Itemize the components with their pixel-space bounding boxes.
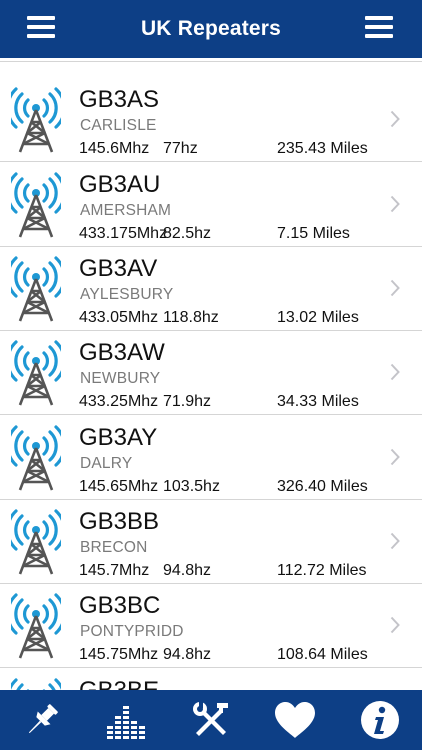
- info-icon: [360, 701, 399, 739]
- repeater-row[interactable]: GB3BC PONTYPRIDD 145.75Mhz 94.8hz 108.64…: [0, 584, 422, 668]
- repeater-tower-icon: [6, 172, 66, 238]
- chevron-right-icon: [390, 110, 400, 128]
- repeater-tower-icon: [6, 256, 66, 322]
- repeater-town: BRECON: [80, 539, 148, 556]
- repeater-ctcss-tone: 82.5hz: [163, 225, 212, 242]
- repeater-frequency: 145.7Mhz: [79, 562, 150, 579]
- repeater-town: NEWBURY: [80, 370, 161, 387]
- repeater-frequency: 145.6Mhz: [79, 140, 150, 157]
- repeater-distance: 112.72 Miles: [277, 562, 367, 579]
- repeater-frequency: 433.05Mhz: [79, 309, 159, 326]
- repeater-callsign: GB3AV: [79, 255, 158, 282]
- repeater-callsign: GB3AY: [79, 424, 158, 451]
- pin-icon: [29, 704, 59, 734]
- repeater-callsign: GB3BB: [79, 508, 160, 535]
- repeater-tower-icon: [6, 425, 66, 491]
- repeater-row[interactable]: GB3AV AYLESBURY 433.05Mhz 118.8hz 13.02 …: [0, 247, 422, 331]
- repeater-row[interactable]: GB3AY DALRY 145.65Mhz 103.5hz 326.40 Mil…: [0, 416, 422, 500]
- repeater-distance: 108.64 Miles: [277, 646, 368, 663]
- hamburger-icon: [27, 16, 55, 38]
- repeater-town: AYLESBURY: [80, 286, 174, 303]
- repeater-row[interactable]: GB3BB BRECON 145.7Mhz 94.8hz 112.72 Mile…: [0, 500, 422, 584]
- repeater-distance: 34.33 Miles: [277, 393, 359, 410]
- tab-favourites[interactable]: [265, 695, 325, 745]
- repeater-callsign: GB3AW: [79, 339, 165, 366]
- repeater-distance: 13.02 Miles: [277, 309, 359, 326]
- repeater-distance: 326.40 Miles: [277, 478, 368, 495]
- menu-button-left[interactable]: [27, 14, 55, 40]
- tools-icon: [192, 702, 228, 736]
- repeater-row[interactable]: GB3BE: [0, 669, 422, 690]
- tab-nearby[interactable]: [12, 695, 72, 745]
- repeater-callsign: GB3AS: [79, 86, 160, 113]
- chevron-right-icon: [390, 363, 400, 381]
- chevron-right-icon: [390, 195, 400, 213]
- repeater-ctcss-tone: 94.8hz: [163, 562, 212, 579]
- repeater-ctcss-tone: 77hz: [163, 140, 198, 157]
- repeater-callsign: GB3BE: [79, 677, 159, 690]
- repeater-row[interactable]: GB3AW NEWBURY 433.25Mhz 71.9hz 34.33 Mil…: [0, 331, 422, 415]
- repeater-callsign: GB3BC: [79, 592, 161, 619]
- repeater-frequency: 145.75Mhz: [79, 646, 159, 663]
- chevron-right-icon: [390, 616, 400, 634]
- repeater-distance: 7.15 Miles: [277, 225, 350, 242]
- tab-bar: [0, 690, 422, 750]
- heart-icon: [275, 702, 316, 738]
- equalizer-icon: [106, 706, 145, 739]
- repeater-row[interactable]: GB3AS CARLISLE 145.6Mhz 77hz 235.43 Mile…: [0, 78, 422, 162]
- repeater-ctcss-tone: 71.9hz: [163, 393, 212, 410]
- repeater-ctcss-tone: 118.8hz: [163, 309, 219, 326]
- chevron-right-icon: [390, 532, 400, 550]
- repeater-tower-icon: [6, 340, 66, 406]
- repeater-callsign: GB3AU: [79, 171, 161, 198]
- repeater-row[interactable]: GB3AU AMERSHAM 433.175Mhz 82.5hz 7.15 Mi…: [0, 163, 422, 247]
- tab-info[interactable]: [350, 695, 410, 745]
- repeater-list[interactable]: 145.7Mhz 110.9hz 177.31 Miles GB3AS CARL…: [0, 0, 422, 690]
- page-title: UK Repeaters: [140, 17, 282, 40]
- repeater-town: PONTYPRIDD: [80, 623, 184, 640]
- repeater-tower-icon: [6, 593, 66, 659]
- chevron-right-icon: [390, 279, 400, 297]
- tab-bands[interactable]: [97, 695, 157, 745]
- repeater-town: DALRY: [80, 455, 133, 472]
- repeater-distance: 235.43 Miles: [277, 140, 368, 157]
- repeater-tower-icon: [7, 678, 65, 690]
- repeater-frequency: 433.175Mhz: [79, 225, 168, 242]
- repeater-ctcss-tone: 103.5hz: [163, 478, 220, 495]
- repeater-frequency: 145.65Mhz: [79, 478, 159, 495]
- repeater-frequency: 433.25Mhz: [79, 393, 159, 410]
- hamburger-icon: [365, 16, 393, 38]
- repeater-town: AMERSHAM: [80, 202, 172, 219]
- chevron-right-icon: [390, 448, 400, 466]
- tab-tools[interactable]: [181, 695, 241, 745]
- repeater-tower-icon: [6, 509, 66, 575]
- menu-button-right[interactable]: [365, 14, 393, 40]
- nav-bar: UK Repeaters: [0, 0, 422, 58]
- repeater-town: CARLISLE: [80, 117, 157, 134]
- repeater-tower-icon: [6, 87, 66, 153]
- repeater-ctcss-tone: 94.8hz: [163, 646, 212, 663]
